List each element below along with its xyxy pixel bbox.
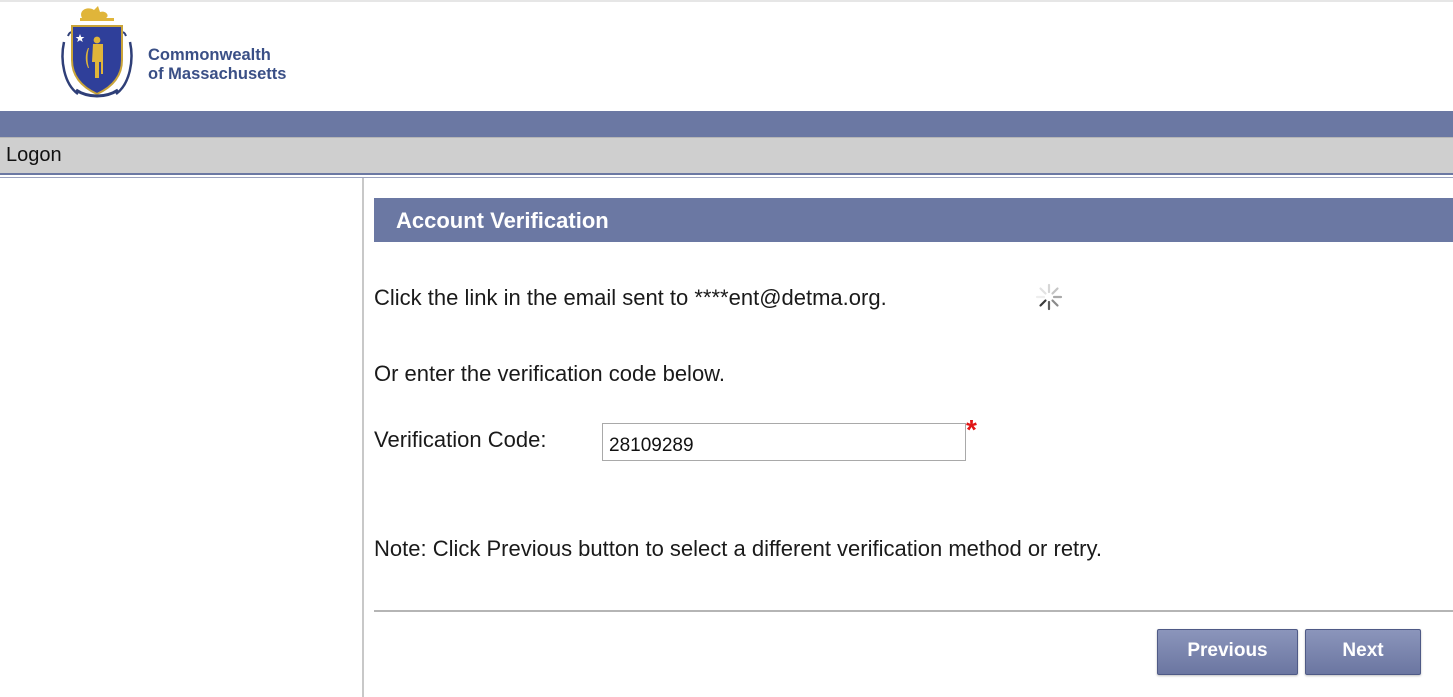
menu-bottom-rule — [0, 173, 1453, 175]
panel-header: Account Verification — [374, 198, 1453, 242]
code-instruction: Or enter the verification code below. — [374, 361, 725, 386]
top-border-line — [0, 0, 1453, 2]
previous-button[interactable]: Previous — [1157, 629, 1298, 675]
note-text: Note: Click Previous button to select a … — [374, 536, 1102, 561]
button-divider — [374, 610, 1453, 612]
agency-line-2: of Massachusetts — [148, 65, 287, 83]
header-blue-band — [0, 111, 1453, 137]
menu-bar: Logon — [0, 137, 1453, 173]
loading-spinner-icon — [1035, 283, 1063, 311]
agency-name: Commonwealth of Massachusetts — [148, 46, 286, 84]
sidebar-divider — [362, 178, 364, 697]
email-instruction: Click the link in the email sent to ****… — [374, 285, 887, 310]
next-button[interactable]: Next — [1305, 629, 1421, 675]
menu-bottom-rule-thin — [0, 177, 1453, 178]
menu-item-logon[interactable]: Logon — [6, 144, 62, 167]
required-marker: * — [966, 414, 977, 445]
verification-code-label: Verification Code: — [374, 427, 547, 452]
massachusetts-seal-icon — [61, 6, 133, 98]
agency-line-1: Commonwealth — [148, 46, 271, 64]
verification-code-input[interactable] — [602, 423, 966, 461]
panel-title: Account Verification — [396, 208, 609, 233]
